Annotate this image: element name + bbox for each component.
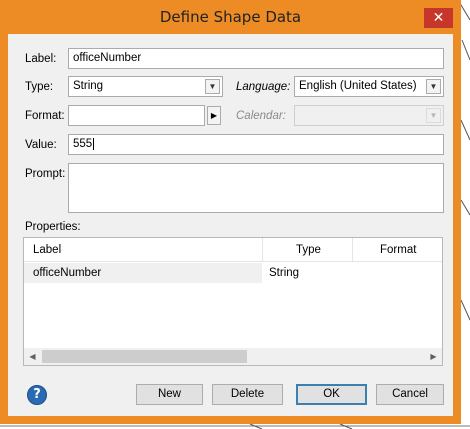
triangle-right-icon[interactable]: ▶ [425, 348, 442, 365]
language-caption: Language: [236, 81, 291, 93]
language-select-value: English (United States) [299, 80, 417, 92]
column-header-type[interactable]: Type [296, 238, 321, 262]
chevron-down-icon[interactable]: ▼ [205, 79, 220, 94]
text-caret [93, 137, 95, 150]
help-icon: ? [33, 387, 41, 402]
triangle-left-icon[interactable]: ◀ [24, 348, 41, 365]
label-caption: Label: [25, 53, 57, 65]
properties-header: Label Type Format [24, 238, 442, 262]
value-input-value: 555 [73, 138, 93, 150]
type-caption: Type: [25, 81, 54, 93]
scrollbar-thumb[interactable] [42, 350, 247, 363]
properties-caption: Properties: [25, 221, 81, 233]
dialog-title: Define Shape Data [159, 8, 302, 26]
type-select-value: String [73, 80, 104, 92]
row-type-cell: String [269, 267, 300, 279]
horizontal-scrollbar[interactable]: ◀ ▶ [24, 348, 442, 365]
close-icon: ✕ [432, 10, 445, 26]
new-button[interactable]: New [136, 384, 203, 405]
column-divider[interactable] [262, 238, 263, 262]
title-bar[interactable]: Define Shape Data ✕ [0, 0, 461, 34]
format-picker-button[interactable]: ▶ [207, 106, 221, 125]
delete-button[interactable]: Delete [212, 384, 283, 405]
row-format-cell [359, 263, 439, 283]
label-input-value: officeNumber [73, 52, 142, 64]
prompt-textarea[interactable] [68, 163, 444, 213]
prompt-caption: Prompt: [25, 168, 66, 180]
help-button[interactable]: ? [27, 385, 47, 405]
type-select[interactable]: String ▼ [68, 76, 223, 97]
format-input[interactable] [68, 105, 205, 126]
value-caption: Value: [25, 139, 57, 151]
language-select[interactable]: English (United States) ▼ [294, 76, 444, 97]
row-label-cell: officeNumber [24, 263, 262, 283]
cancel-button[interactable]: Cancel [376, 384, 444, 405]
triangle-right-icon: ▶ [210, 111, 218, 120]
value-input[interactable]: 555 [68, 134, 444, 155]
close-button[interactable]: ✕ [424, 8, 453, 28]
chevron-down-icon[interactable]: ▼ [426, 108, 441, 123]
column-divider[interactable] [352, 238, 353, 262]
column-header-format[interactable]: Format [380, 238, 416, 262]
properties-list[interactable]: Label Type Format officeNumber String ◀ … [23, 237, 443, 366]
calendar-caption: Calendar: [236, 110, 286, 122]
label-input[interactable]: officeNumber [68, 48, 444, 69]
format-caption: Format: [25, 110, 65, 122]
define-shape-data-dialog: Define Shape Data ✕ Label: officeNumber … [0, 0, 461, 424]
ok-button[interactable]: OK [296, 384, 367, 405]
chevron-down-icon[interactable]: ▼ [426, 79, 441, 94]
calendar-select[interactable]: ▼ [294, 105, 444, 126]
column-header-label[interactable]: Label [33, 238, 61, 262]
table-row[interactable]: officeNumber String [24, 263, 442, 283]
